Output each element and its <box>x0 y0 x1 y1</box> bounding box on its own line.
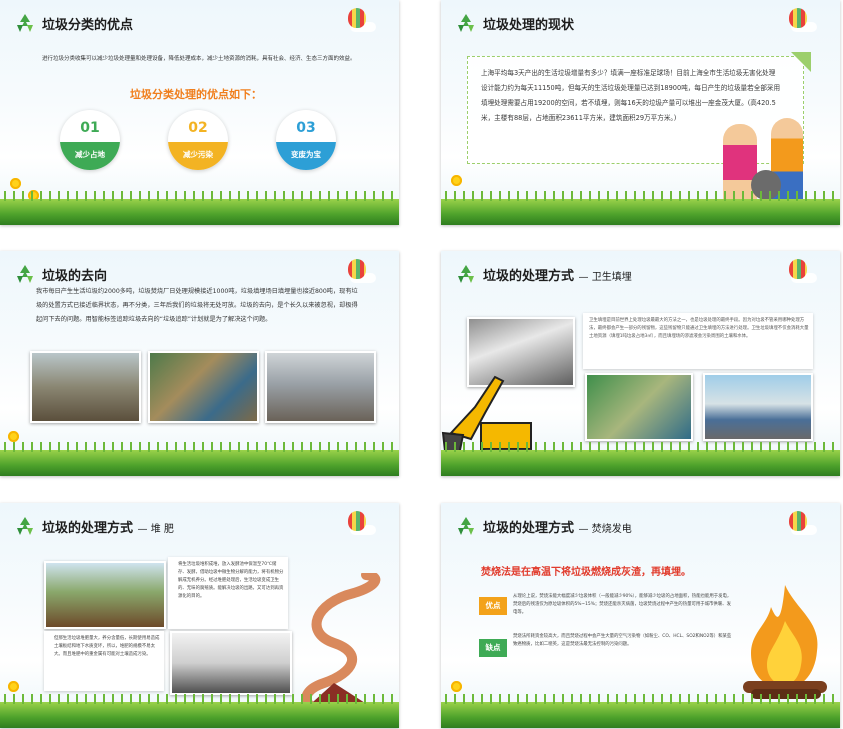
recycle-icon <box>458 14 474 32</box>
recycle-icon <box>458 265 474 283</box>
slide-title: 垃圾的处理方式 — 卫生填埋 <box>483 265 632 284</box>
compost-photo <box>44 561 166 629</box>
flower-icon <box>8 431 19 442</box>
corner-fold <box>791 52 811 72</box>
grass-decoration <box>441 694 840 728</box>
grass-decoration <box>441 442 840 476</box>
title-main: 垃圾的处理方式 <box>483 521 575 536</box>
benefit-label: 减少占地 <box>60 142 120 170</box>
grass-decoration <box>441 191 840 225</box>
flower-icon <box>451 175 462 186</box>
title-sub: — 焚烧发电 <box>578 524 632 535</box>
slide-4[interactable]: 垃圾的处理方式 — 卫生填埋 卫生填埋是目前世界上处理垃圾最最大的方法之一，也是… <box>441 251 840 476</box>
slide-title: 垃圾的处理方式 — 堆 肥 <box>42 517 174 536</box>
slide-1[interactable]: 垃圾分类的优点 进行垃圾分类收集可以减少垃圾处理量和处理设备，降低处理成本，减少… <box>0 0 399 225</box>
intro-text: 进行垃圾分类收集可以减少垃圾处理量和处理设备，降低处理成本，减少土地资源的消耗，… <box>42 56 356 62</box>
benefit-label: 变废为宝 <box>276 142 336 170</box>
hot-air-balloon-icon <box>789 8 807 28</box>
cons-tag: 缺点 <box>479 639 507 657</box>
title-main: 垃圾的处理方式 <box>42 521 134 536</box>
dump-site-photo <box>265 351 376 423</box>
compost-text-2: 但那生活垃圾堆肥量大，养分含量低，长期使用易造成土壤板结和地下水质变坏，所以，堆… <box>54 636 160 657</box>
slide-title: 垃圾的处理方式 — 焚烧发电 <box>483 517 632 536</box>
benefit-number: 01 <box>80 120 100 136</box>
slide-title: 垃圾分类的优点 <box>42 18 134 33</box>
title-main: 垃圾的处理方式 <box>483 269 575 284</box>
compost-text-1: 将生活垃圾堆积成堆，放入发酵池中保温至70℃储存、发酵，借助垃圾中微生物分解的能… <box>178 562 284 599</box>
benefit-3: 03 变废为宝 <box>276 110 336 170</box>
grass-decoration <box>0 694 399 728</box>
flower-icon <box>8 681 19 692</box>
title-sub: — 堆 肥 <box>137 524 174 535</box>
pros-text: 从理论上说，焚烧法能大幅度减少垃圾体积（一般能减少90%），能够减少垃圾的占地面… <box>513 594 732 615</box>
slide-2[interactable]: 垃圾处理的现状 上海平均每3天产出的生活垃圾增量有多少？填满一座标准足球场！目前… <box>441 0 840 225</box>
compost-field-photo <box>170 631 292 695</box>
title-sub: — 卫生填埋 <box>578 272 632 283</box>
landfill-photo <box>30 351 141 423</box>
flower-icon <box>10 178 21 189</box>
slide-5[interactable]: 垃圾的处理方式 — 堆 肥 将生活垃圾堆积成堆，放入发酵池中保温至70℃储存、发… <box>0 503 399 728</box>
hot-air-balloon-icon <box>789 259 807 279</box>
status-text: 上海平均每3天产出的生活垃圾增量有多少？填满一座标准足球场！目前上海全市生活垃圾… <box>481 69 781 122</box>
benefit-label: 减少污染 <box>168 142 228 170</box>
fire-icon <box>743 585 827 699</box>
cons-text: 焚烧法所耗资金较高大，而且焚烧过程中会产生大量的空气污染物（如粉尘、CO、HCL… <box>513 634 732 647</box>
slide-3[interactable]: 垃圾的去向 我市每日产生生活垃圾约2000多吨，垃圾焚烧厂日处理规模接近1000… <box>0 251 399 476</box>
landfill-site-photo <box>585 373 693 441</box>
grass-decoration <box>0 442 399 476</box>
benefit-number: 02 <box>188 120 208 136</box>
headline: 焚烧法是在高温下将垃圾燃烧成灰渣，再填埋。 <box>481 567 691 578</box>
recycle-icon <box>17 14 33 32</box>
slide-title: 垃圾处理的现状 <box>483 18 575 33</box>
flower-icon <box>451 681 462 692</box>
grass-decoration <box>0 191 399 225</box>
recycle-icon <box>17 517 33 535</box>
hot-air-balloon-icon <box>789 511 807 531</box>
hot-air-balloon-icon <box>348 8 366 28</box>
benefit-number: 03 <box>296 120 316 136</box>
garbage-photo <box>148 351 259 423</box>
pros-tag: 优点 <box>479 597 507 615</box>
landfill-text: 卫生填埋是目前世界上处理垃圾最最大的方法之一，也是垃圾处理的最终手段。因为对垃圾… <box>589 318 809 339</box>
benefit-2: 02 减少污染 <box>168 110 228 170</box>
subheading: 垃圾分类处理的优点如下： <box>130 88 262 101</box>
slide-title: 垃圾的去向 <box>42 269 108 284</box>
hot-air-balloon-icon <box>348 259 366 279</box>
truck-photo <box>703 373 813 441</box>
recycle-icon <box>17 265 33 283</box>
destination-text: 我市每日产生生活垃圾约2000多吨，垃圾焚烧厂日处理规模接近1000吨，垃圾填埋… <box>36 288 358 323</box>
slide-6[interactable]: 垃圾的处理方式 — 焚烧发电 焚烧法是在高温下将垃圾燃烧成灰渣，再填埋。 优点 … <box>441 503 840 728</box>
hot-air-balloon-icon <box>348 511 366 531</box>
recycle-icon <box>458 517 474 535</box>
benefit-1: 01 减少占地 <box>60 110 120 170</box>
